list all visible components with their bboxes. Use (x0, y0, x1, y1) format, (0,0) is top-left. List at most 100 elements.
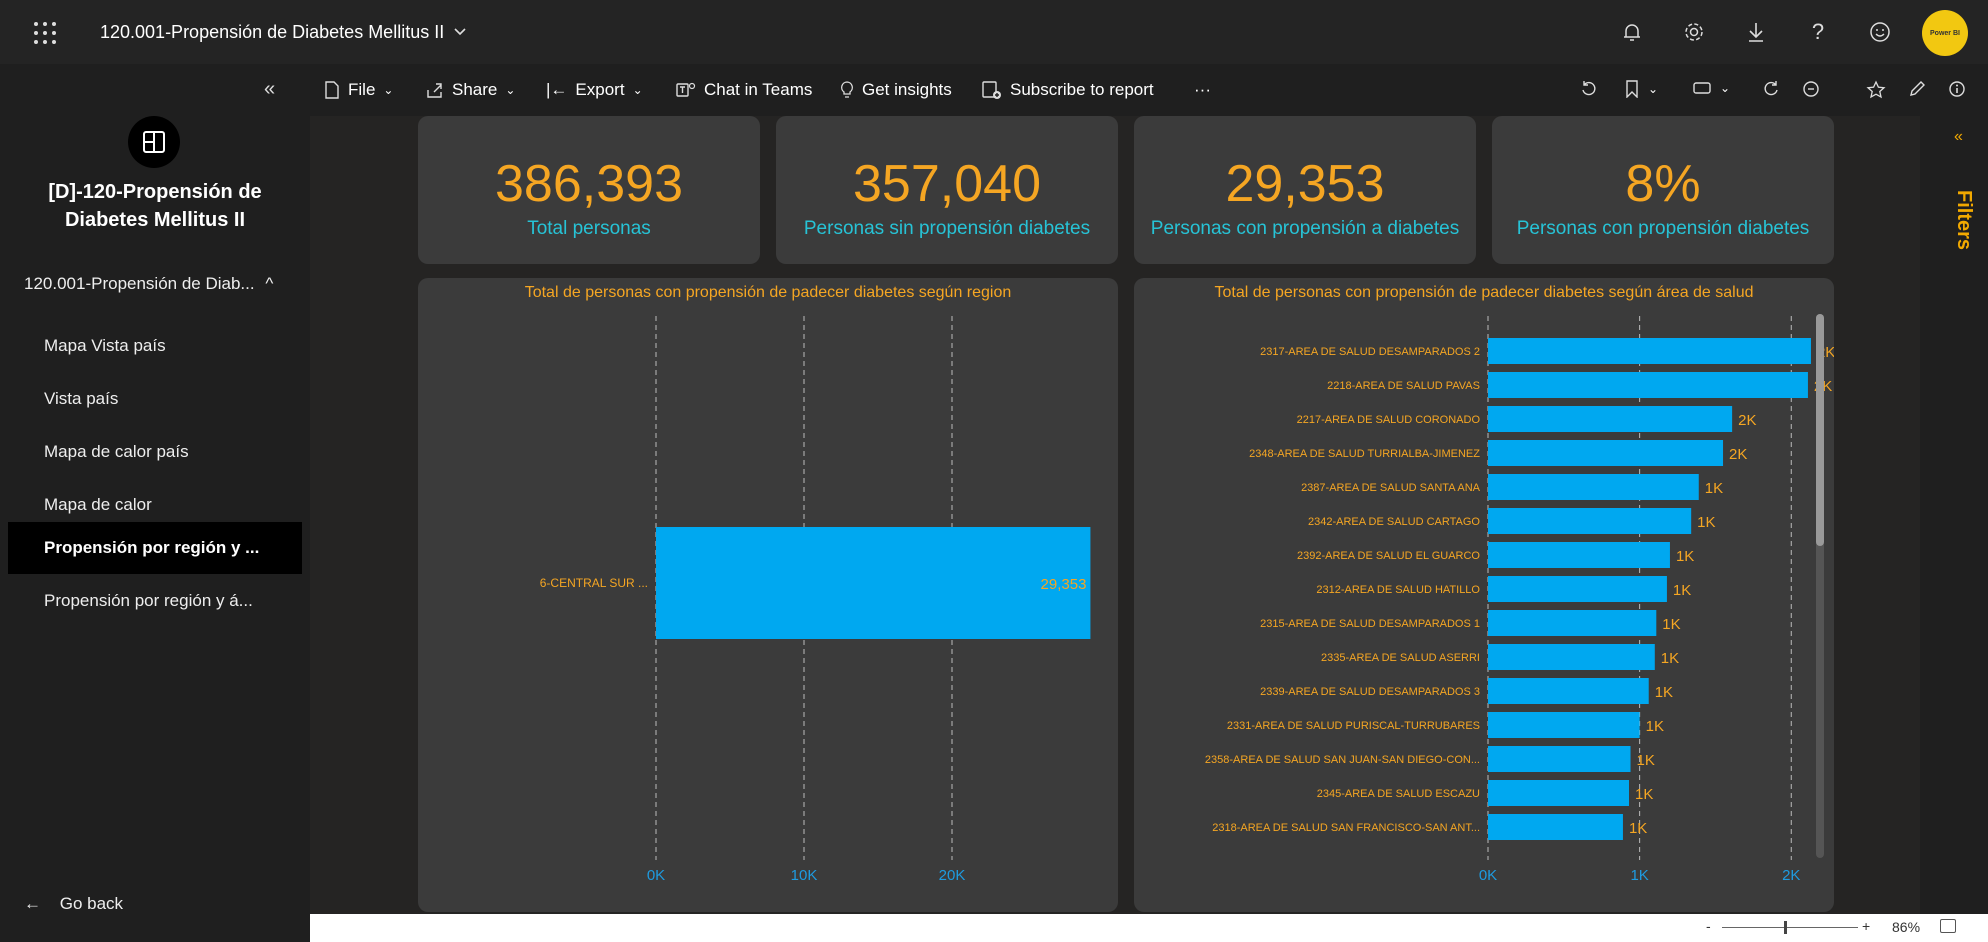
info-icon[interactable] (1948, 80, 1966, 98)
fit-to-page-icon[interactable] (1940, 919, 1956, 933)
chevron-down-icon: ⌄ (632, 83, 643, 97)
sidebar-item-vista-pais[interactable]: Vista país (8, 373, 302, 425)
category-label: 2358-AREA DE SALUD SAN JUAN-SAN DIEGO-CO… (1205, 754, 1480, 766)
section-label: 120.001-Propensión de Diab... (24, 274, 255, 293)
app-launcher-icon[interactable] (30, 18, 60, 48)
chevron-down-icon: ⌄ (505, 83, 516, 97)
sidebar-item-label: Propensión por región y á... (44, 591, 253, 610)
zoom-in-button[interactable]: + (1862, 918, 1870, 934)
zoom-level[interactable]: 86% (1892, 919, 1920, 935)
top-bar: 120.001-Propensión de Diabetes Mellitus … (0, 0, 1988, 64)
chevron-down-icon: ⌄ (383, 83, 394, 97)
data-label: 2K (1738, 412, 1756, 429)
help-icon[interactable]: ? (1800, 14, 1836, 50)
kpi-value: 357,040 (853, 155, 1041, 213)
sidebar-item-propension-region-2[interactable]: Propensión por región y á... (8, 575, 302, 627)
more-options-button[interactable]: ··· (1194, 80, 1211, 100)
bar (1488, 406, 1733, 432)
kpi-card-con-propension[interactable]: 29,353 Personas con propensión a diabete… (1134, 116, 1476, 264)
expand-filters-icon[interactable]: « (1954, 128, 1963, 146)
bar (1488, 338, 1811, 364)
data-label: 1K (1646, 718, 1664, 735)
bell-icon[interactable] (1614, 14, 1650, 50)
chat-in-teams-button[interactable]: Chat in Teams (676, 80, 812, 100)
file-label: File (348, 80, 376, 99)
insights-label: Get insights (862, 80, 952, 99)
scrollbar[interactable] (1816, 314, 1824, 858)
share-icon (427, 83, 442, 98)
subscribe-icon (982, 81, 1001, 99)
bar (1488, 712, 1640, 738)
comment-icon[interactable] (1802, 80, 1820, 98)
sidebar-item-mapa-calor-pais[interactable]: Mapa de calor país (8, 426, 302, 478)
sidebar-item-propension-region-1[interactable]: Propensión por región y ... (8, 522, 302, 574)
scrollbar-thumb[interactable] (1816, 314, 1824, 546)
category-label: 2345-AREA DE SALUD ESCAZU (1317, 788, 1480, 800)
kpi-card-porcentaje[interactable]: 8% Personas con propensión diabetes (1492, 116, 1834, 264)
kpi-label: Total personas (527, 218, 651, 239)
category-label: 2392-AREA DE SALUD EL GUARCO (1297, 550, 1480, 562)
kpi-card-total[interactable]: 386,393 Total personas (418, 116, 760, 264)
refresh-icon[interactable] (1762, 80, 1780, 98)
zoom-slider[interactable] (1722, 921, 1858, 934)
tick-label: 0K (1479, 867, 1497, 884)
kpi-value: 29,353 (1225, 155, 1385, 213)
sidebar-item-label: Vista país (44, 389, 119, 408)
zoom-out-button[interactable]: - (1706, 918, 1711, 934)
filters-label[interactable]: Filters (1952, 190, 1975, 250)
category-label: 2315-AREA DE SALUD DESAMPARADOS 1 (1260, 618, 1480, 630)
status-bar: - + 86% (310, 914, 1988, 942)
kpi-label: Personas con propensión a diabetes (1150, 218, 1460, 239)
app-name: [D]-120-Propensión de Diabetes Mellitus … (48, 181, 262, 231)
sidebar-item-label: Propensión por región y ... (44, 538, 260, 557)
file-menu[interactable]: File ⌄ (324, 80, 393, 100)
go-back-button[interactable]: ← Go back (24, 894, 123, 914)
chevron-down-icon: ⌄ (1720, 81, 1731, 95)
bookmark-menu[interactable]: ⌄ (1624, 80, 1658, 98)
report-title[interactable]: 120.001-Propensión de Diabetes Mellitus … (100, 22, 444, 43)
sidebar-item-label: Mapa Vista país (44, 336, 166, 355)
sidebar-item-mapa-vista-pais[interactable]: Mapa Vista país (8, 320, 302, 372)
export-menu[interactable]: |← Export ⌄ (546, 80, 643, 100)
bar (1488, 746, 1631, 772)
avatar[interactable]: Power BI (1922, 10, 1968, 56)
reset-icon[interactable] (1580, 80, 1598, 98)
go-back-label: Go back (59, 894, 124, 913)
get-insights-button[interactable]: Get insights (840, 80, 952, 100)
sidebar-section[interactable]: 120.001-Propensión de Diab... ^ (24, 274, 273, 294)
share-menu[interactable]: Share ⌄ (426, 80, 515, 100)
toolbar: File ⌄ Share ⌄ |← Export ⌄ Chat in Teams… (310, 64, 1988, 116)
data-label: 1K (1637, 752, 1655, 769)
category-label: 2318-AREA DE SALUD SAN FRANCISCO-SAN ANT… (1212, 822, 1480, 834)
sidebar-item-label: Mapa de calor país (44, 442, 189, 461)
chart-region-panel[interactable]: Total de personas con propensión de pade… (418, 278, 1118, 912)
category-label: 2218-AREA DE SALUD PAVAS (1327, 380, 1480, 392)
zoom-slider-thumb[interactable] (1784, 921, 1787, 934)
smiley-icon[interactable] (1862, 14, 1898, 50)
data-label: 1K (1662, 616, 1680, 633)
gear-icon[interactable] (1676, 14, 1712, 50)
bar (1488, 610, 1657, 636)
share-label: Share (452, 80, 498, 99)
subscribe-button[interactable]: Subscribe to report (982, 80, 1154, 100)
bar (1488, 372, 1808, 398)
favorite-icon[interactable] (1866, 80, 1886, 100)
data-label: 1K (1635, 786, 1653, 803)
collapse-sidebar-icon[interactable]: « (264, 78, 275, 101)
bar (1488, 508, 1692, 534)
chart-area-panel[interactable]: Total de personas con propensión de pade… (1134, 278, 1834, 912)
chevron-up-icon: ^ (265, 274, 274, 293)
chevron-down-icon[interactable] (452, 22, 468, 42)
export-label: Export (575, 80, 625, 99)
category-label: 2317-AREA DE SALUD DESAMPARADOS 2 (1260, 346, 1480, 358)
download-icon[interactable] (1738, 14, 1774, 50)
edit-icon[interactable] (1908, 80, 1926, 98)
data-label: 1K (1673, 582, 1691, 599)
kpi-card-sin-propension[interactable]: 357,040 Personas sin propensión diabetes (776, 116, 1118, 264)
category-label: 2217-AREA DE SALUD CORONADO (1297, 414, 1481, 426)
bar (1488, 542, 1670, 568)
chat-label: Chat in Teams (704, 80, 813, 99)
category-label: 2312-AREA DE SALUD HATILLO (1316, 584, 1480, 596)
tick-label: 2K (1782, 867, 1800, 884)
view-menu[interactable]: ⌄ (1692, 80, 1730, 96)
